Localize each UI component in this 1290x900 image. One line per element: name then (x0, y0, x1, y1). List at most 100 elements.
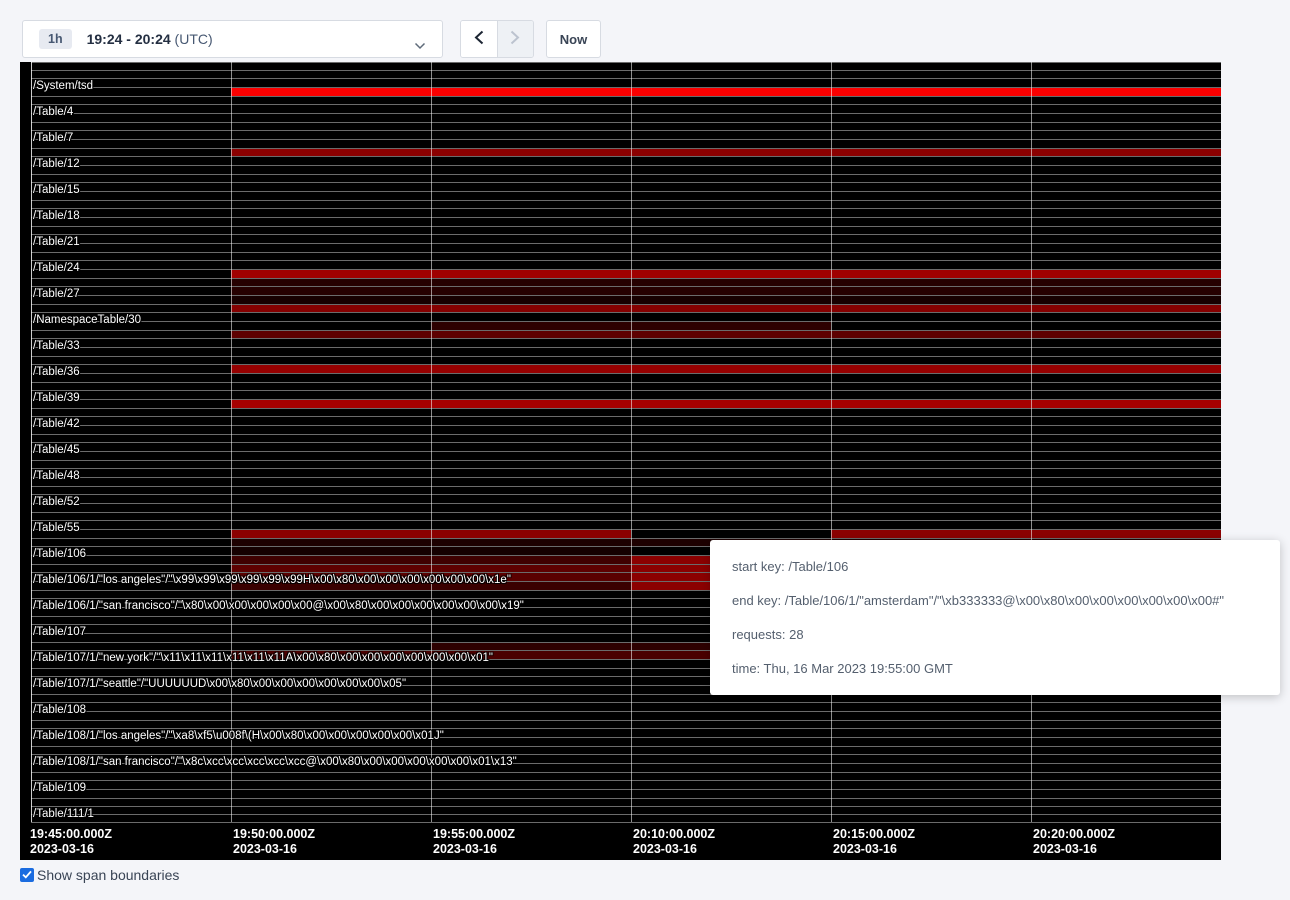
heatmap-cell[interactable] (1031, 807, 1221, 814)
heatmap-cell[interactable] (831, 773, 1031, 780)
heatmap-cell[interactable] (831, 747, 1031, 754)
heatmap-cell[interactable] (631, 409, 831, 416)
heatmap-cell[interactable] (231, 513, 431, 520)
heatmap-cell[interactable] (231, 71, 431, 78)
heatmap-cell[interactable] (231, 166, 431, 174)
heatmap-cell[interactable] (431, 712, 631, 720)
heatmap-cell[interactable] (231, 504, 431, 512)
heatmap-cell[interactable] (1031, 348, 1221, 356)
heatmap-cell[interactable] (831, 331, 1031, 338)
heatmap-cell[interactable] (831, 88, 1031, 96)
heatmap-cell[interactable] (431, 270, 631, 278)
heatmap-cell[interactable] (31, 721, 231, 728)
heatmap-cell[interactable] (231, 374, 431, 382)
heatmap-cell[interactable] (631, 374, 831, 382)
heatmap-cell[interactable] (431, 244, 631, 252)
heatmap-cell[interactable] (231, 790, 431, 798)
heatmap-cell[interactable] (231, 435, 431, 442)
heatmap-cell[interactable] (31, 123, 231, 130)
heatmap-cell[interactable] (231, 721, 431, 728)
show-span-boundaries-checkbox[interactable] (20, 868, 34, 882)
heatmap-cell[interactable] (631, 435, 831, 442)
heatmap-cell[interactable] (31, 669, 231, 676)
now-button[interactable]: Now (546, 20, 601, 58)
heatmap-cell[interactable] (1031, 279, 1221, 286)
heatmap-cell[interactable] (231, 530, 431, 538)
heatmap-cell[interactable] (231, 643, 431, 650)
heatmap-cell[interactable] (231, 556, 431, 564)
heatmap-cell[interactable] (1031, 755, 1221, 763)
heatmap-cell[interactable] (1031, 166, 1221, 174)
heatmap-cell[interactable] (431, 556, 631, 564)
heatmap-cell[interactable] (231, 478, 431, 486)
heatmap-cell[interactable] (431, 391, 631, 399)
heatmap-cell[interactable] (431, 487, 631, 494)
heatmap-cell[interactable] (231, 192, 431, 200)
heatmap-cell[interactable] (831, 114, 1031, 122)
heatmap-cell[interactable] (431, 157, 631, 165)
heatmap-cell[interactable] (231, 365, 431, 373)
heatmap-cell[interactable] (631, 279, 831, 286)
heatmap-cell[interactable] (1031, 140, 1221, 148)
heatmap-cell[interactable] (631, 391, 831, 399)
heatmap-cell[interactable] (231, 617, 431, 624)
heatmap-cell[interactable] (631, 443, 831, 451)
heatmap-cell[interactable] (831, 175, 1031, 182)
heatmap-cell[interactable] (231, 426, 431, 434)
heatmap-cell[interactable] (431, 729, 631, 737)
heatmap-cell[interactable] (1031, 201, 1221, 208)
heatmap-cell[interactable] (431, 114, 631, 122)
heatmap-cell[interactable] (831, 504, 1031, 512)
heatmap-cell[interactable] (431, 374, 631, 382)
heatmap-cell[interactable] (831, 799, 1031, 806)
heatmap-cell[interactable] (431, 235, 631, 243)
heatmap-cell[interactable] (231, 391, 431, 399)
heatmap-cell[interactable] (631, 426, 831, 434)
heatmap-cell[interactable] (831, 409, 1031, 416)
heatmap-cell[interactable] (1031, 105, 1221, 113)
heatmap-cell[interactable] (1031, 712, 1221, 720)
heatmap-cell[interactable] (1031, 495, 1221, 503)
heatmap-cell[interactable] (631, 348, 831, 356)
heatmap-cell[interactable] (1031, 114, 1221, 122)
heatmap-cell[interactable] (831, 339, 1031, 347)
heatmap-cell[interactable] (431, 426, 631, 434)
heatmap-cell[interactable] (631, 504, 831, 512)
heatmap-cell[interactable] (31, 279, 231, 286)
heatmap-cell[interactable] (31, 253, 231, 260)
heatmap-cell[interactable] (831, 227, 1031, 234)
heatmap-cell[interactable] (431, 738, 631, 746)
heatmap-cell[interactable] (1031, 417, 1221, 425)
heatmap-cell[interactable] (631, 244, 831, 252)
heatmap-cell[interactable] (231, 296, 431, 304)
heatmap-cell[interactable] (1031, 183, 1221, 191)
heatmap-cell[interactable] (631, 530, 831, 538)
heatmap-cell[interactable] (431, 443, 631, 451)
heatmap-cell[interactable] (831, 469, 1031, 477)
heatmap-cell[interactable] (431, 149, 631, 156)
heatmap-cell[interactable] (231, 712, 431, 720)
heatmap-cell[interactable] (431, 504, 631, 512)
heatmap-cell[interactable] (431, 625, 631, 633)
heatmap-cell[interactable] (631, 218, 831, 226)
heatmap-cell[interactable] (431, 409, 631, 416)
heatmap-cell[interactable] (631, 149, 831, 156)
heatmap-cell[interactable] (431, 634, 631, 642)
heatmap-cell[interactable] (631, 235, 831, 243)
heatmap-cell[interactable] (631, 63, 831, 70)
heatmap-cell[interactable] (231, 79, 431, 87)
heatmap-cell[interactable] (631, 88, 831, 96)
heatmap-cell[interactable] (631, 313, 831, 321)
heatmap-cell[interactable] (431, 261, 631, 269)
heatmap-cell[interactable] (431, 227, 631, 234)
heatmap-cell[interactable] (1031, 391, 1221, 399)
heatmap-cell[interactable] (431, 348, 631, 356)
heatmap-cell[interactable] (31, 201, 231, 208)
heatmap-cell[interactable] (231, 157, 431, 165)
heatmap-cell[interactable] (831, 365, 1031, 373)
heatmap-cell[interactable] (831, 183, 1031, 191)
heatmap-cell[interactable] (31, 305, 231, 312)
heatmap-cell[interactable] (1031, 530, 1221, 538)
heatmap-cell[interactable] (31, 409, 231, 416)
heatmap-cell[interactable] (831, 348, 1031, 356)
